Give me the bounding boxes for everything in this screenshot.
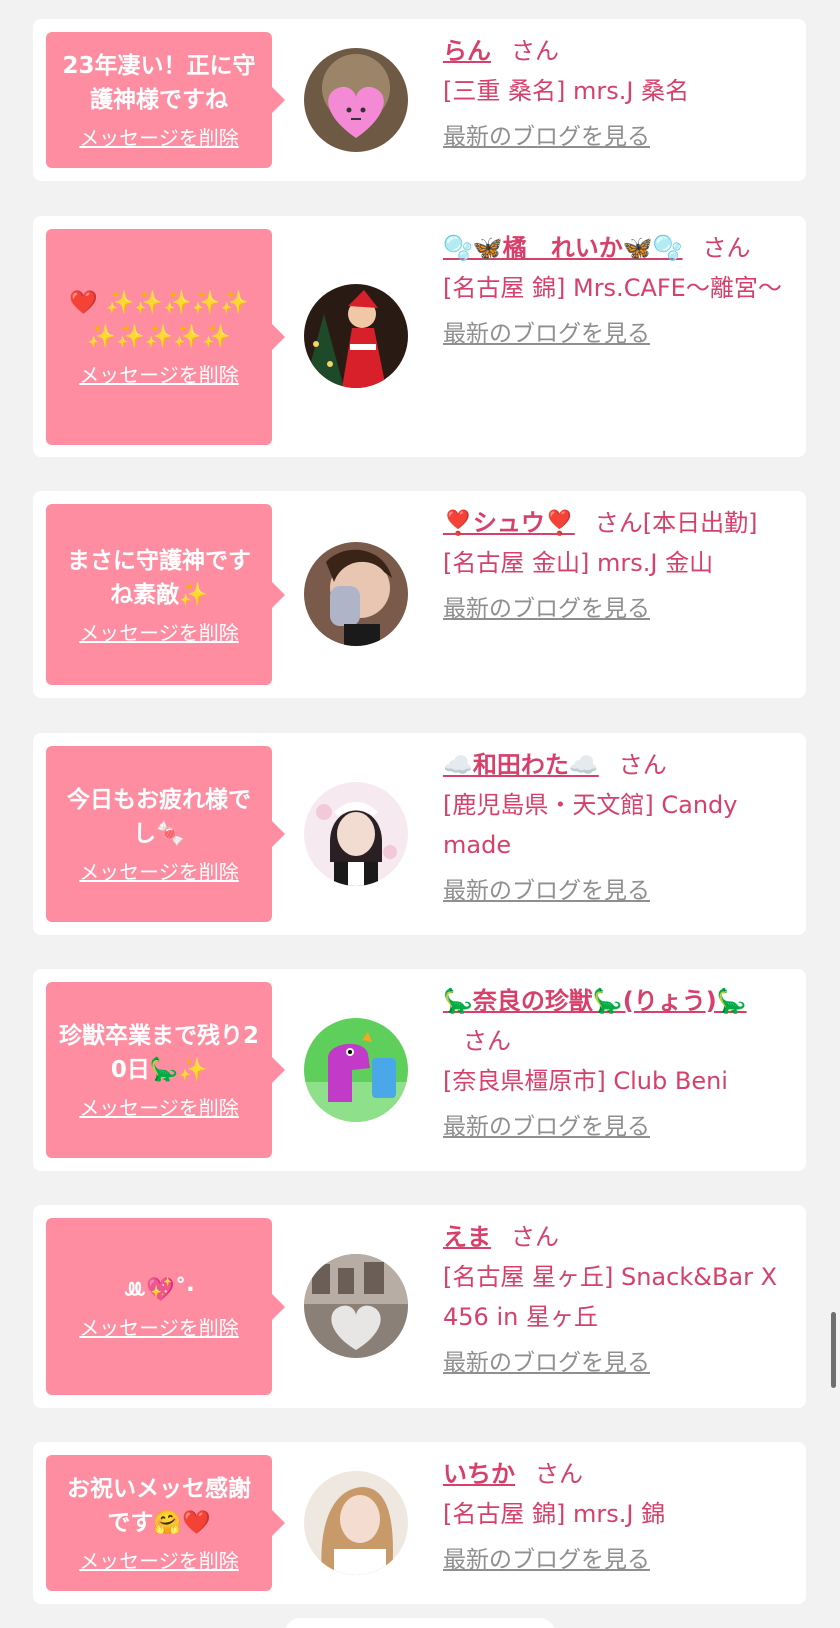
sender-name-line: ☁️和田わた☁️ さん [443,745,788,785]
message-card: お祝いメッセ感謝です🤗❤️ メッセージを削除 いちか さん [名古屋 錦] mrs… [33,1442,806,1604]
sender-name-link[interactable]: ❣️シュウ❣️ [443,509,575,537]
delete-message-link[interactable]: メッセージを削除 [79,125,239,151]
sender-name-line: ❣️シュウ❣️ さん[本日出勤] [443,503,788,543]
message-card: 珍獣卒業まで残り20日🦕✨ メッセージを削除 🦕奈良の珍獣🦕(りょう)🦕 さん [… [33,969,806,1171]
latest-blog-link[interactable]: 最新のブログを見る [443,1107,650,1147]
shop-name: [三重 桑名] mrs.J 桑名 [443,77,690,105]
shop-name: [名古屋 錦] Mrs.CAFE〜離宮〜 [443,274,782,302]
sender-name-link[interactable]: らん [443,37,491,65]
delete-message-link[interactable]: メッセージを削除 [79,1315,239,1341]
message-bubble: 23年凄い！正に守護神様ですね メッセージを削除 [46,32,285,168]
message-text: 珍獣卒業まで残り20日🦕✨ [58,1023,259,1083]
honorific: さん [535,1460,583,1488]
shop-name: [名古屋 星ヶ丘] Snack&Bar X 456 in 星ヶ丘 [443,1263,778,1331]
sender-info: ❣️シュウ❣️ さん[本日出勤] [名古屋 金山] mrs.J 金山 最新のブログ… [443,503,788,629]
message-text: 今日もお疲れ様でし🍬 [67,787,251,847]
latest-blog-link[interactable]: 最新のブログを見る [443,1540,650,1580]
message-bubble: ꔛ💖˚‧ メッセージを削除 [46,1218,285,1395]
honorific: さん [702,234,751,262]
shop-name: [鹿児島県・天文館] Candy made [443,791,738,859]
sender-name-line: いちか さん [443,1454,788,1494]
delete-message-link[interactable]: メッセージを削除 [79,362,239,388]
work-status: [本日出勤] [642,509,758,537]
sender-info: らん さん [三重 桑名] mrs.J 桑名 最新のブログを見る [443,31,788,157]
latest-blog-link[interactable]: 最新のブログを見る [443,1343,650,1383]
message-text: 23年凄い！正に守護神様ですね [62,53,256,113]
message-text: お祝いメッセ感謝です🤗❤️ [67,1476,251,1536]
latest-blog-link[interactable]: 最新のブログを見る [443,589,650,629]
avatar-heart-face-avatar[interactable] [304,48,408,152]
avatar-selfie-avatar[interactable] [304,542,408,646]
honorific: さん [594,509,643,537]
avatar-ng-heart-avatar[interactable] [304,1254,408,1358]
message-bubble: 珍獣卒業まで残り20日🦕✨ メッセージを削除 [46,982,285,1158]
message-bubble: まさに守護神ですね素敵✨ メッセージを削除 [46,504,285,685]
message-bubble: ❤️ ✨✨✨✨✨✨✨✨✨✨ メッセージを削除 [46,229,285,445]
message-card: ❤️ ✨✨✨✨✨✨✨✨✨✨ メッセージを削除 🫧🦋橘 れいか🦋🫧 さん [名古屋 … [33,216,806,457]
sender-info: ☁️和田わた☁️ さん [鹿児島県・天文館] Candy made 最新のブログを… [443,745,788,911]
sender-name-link[interactable]: えま [443,1223,491,1251]
avatar-santa-dress-avatar[interactable] [304,284,408,388]
sender-info: 🫧🦋橘 れいか🦋🫧 さん [名古屋 錦] Mrs.CAFE〜離宮〜 最新のブログを… [443,228,788,354]
sender-name-link[interactable]: 🦕奈良の珍獣🦕(りょう)🦕 [443,987,747,1015]
message-card: まさに守護神ですね素敵✨ メッセージを削除 ❣️シュウ❣️ さん[本日出勤] [名… [33,491,806,698]
sender-name-line: らん さん [443,31,788,71]
delete-message-link[interactable]: メッセージを削除 [79,1548,239,1574]
sender-name-line: えま さん [443,1217,788,1257]
message-text: ꔛ💖˚‧ [123,1276,195,1303]
message-text: ❤️ ✨✨✨✨✨✨✨✨✨✨ [69,290,249,350]
latest-blog-link[interactable]: 最新のブログを見る [443,117,650,157]
sender-name-line: 🫧🦋橘 れいか🦋🫧 さん [443,228,788,268]
sender-info: えま さん [名古屋 星ヶ丘] Snack&Bar X 456 in 星ヶ丘 最新… [443,1217,788,1383]
message-text: まさに守護神ですね素敵✨ [67,547,251,608]
sender-info: いちか さん [名古屋 錦] mrs.J 錦 最新のブログを見る [443,1454,788,1580]
message-card: 今日もお疲れ様でし🍬 メッセージを削除 ☁️和田わた☁️ さん [鹿児島県・天文館… [33,733,806,935]
honorific: さん [511,37,559,65]
avatar-maid-avatar[interactable] [304,782,408,886]
scrollbar[interactable] [831,1312,836,1388]
delete-message-link[interactable]: メッセージを削除 [79,859,239,885]
shop-name: [奈良県橿原市] Club Beni [443,1067,728,1095]
latest-blog-link[interactable]: 最新のブログを見る [443,871,650,911]
message-bubble: お祝いメッセ感謝です🤗❤️ メッセージを削除 [46,1455,285,1591]
sender-name-link[interactable]: ☁️和田わた☁️ [443,751,599,779]
honorific: さん [463,1027,511,1055]
sender-name-link[interactable]: 🫧🦋橘 れいか🦋🫧 [443,234,683,262]
message-card: 23年凄い！正に守護神様ですね メッセージを削除 らん さん [三重 桑名] mr… [33,19,806,181]
avatar-dinosaur-avatar[interactable] [304,1018,408,1122]
sender-name-line: 🦕奈良の珍獣🦕(りょう)🦕 さん [443,981,788,1061]
sender-name-link[interactable]: いちか [443,1460,515,1488]
message-bubble: 今日もお疲れ様でし🍬 メッセージを削除 [46,746,285,922]
shop-name: [名古屋 錦] mrs.J 錦 [443,1500,666,1528]
honorific: さん [511,1223,559,1251]
avatar-portrait-avatar[interactable] [304,1471,408,1575]
bottom-bar [285,1618,555,1628]
delete-message-link[interactable]: メッセージを削除 [79,620,239,646]
message-list: 23年凄い！正に守護神様ですね メッセージを削除 らん さん [三重 桑名] mr… [0,0,840,1628]
latest-blog-link[interactable]: 最新のブログを見る [443,314,650,354]
sender-info: 🦕奈良の珍獣🦕(りょう)🦕 さん [奈良県橿原市] Club Beni 最新のブロ… [443,981,788,1147]
message-card: ꔛ💖˚‧ メッセージを削除 えま さん [名古屋 星ヶ丘] Snack&Bar X… [33,1205,806,1408]
delete-message-link[interactable]: メッセージを削除 [79,1095,239,1121]
shop-name: [名古屋 金山] mrs.J 金山 [443,549,714,577]
honorific: さん [618,751,667,779]
